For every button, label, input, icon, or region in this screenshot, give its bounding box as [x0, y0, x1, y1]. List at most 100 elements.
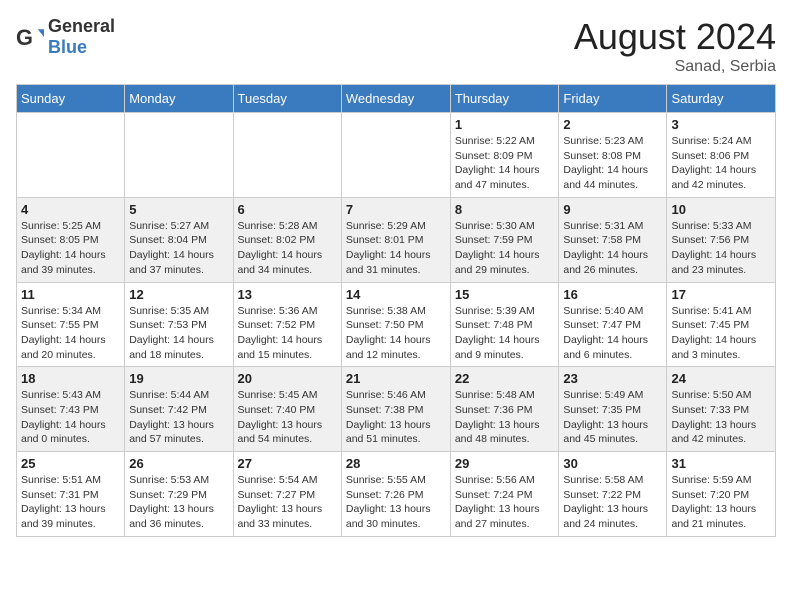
day-number: 3	[671, 117, 771, 132]
day-info: Sunrise: 5:54 AM Sunset: 7:27 PM Dayligh…	[238, 473, 337, 532]
weekday-header-thursday: Thursday	[450, 85, 559, 113]
day-info: Sunrise: 5:41 AM Sunset: 7:45 PM Dayligh…	[671, 304, 771, 363]
day-info: Sunrise: 5:50 AM Sunset: 7:33 PM Dayligh…	[671, 388, 771, 447]
title-block: August 2024 Sanad, Serbia	[574, 16, 776, 76]
day-info: Sunrise: 5:27 AM Sunset: 8:04 PM Dayligh…	[129, 219, 228, 278]
day-number: 23	[563, 371, 662, 386]
day-number: 29	[455, 456, 555, 471]
day-info: Sunrise: 5:39 AM Sunset: 7:48 PM Dayligh…	[455, 304, 555, 363]
day-number: 31	[671, 456, 771, 471]
page-header: G General Blue August 2024 Sanad, Serbia	[16, 16, 776, 76]
day-number: 28	[346, 456, 446, 471]
calendar-cell: 9 Sunrise: 5:31 AM Sunset: 7:58 PM Daylig…	[559, 197, 667, 282]
weekday-header-monday: Monday	[125, 85, 233, 113]
day-number: 15	[455, 287, 555, 302]
day-number: 20	[238, 371, 337, 386]
day-info: Sunrise: 5:53 AM Sunset: 7:29 PM Dayligh…	[129, 473, 228, 532]
day-info: Sunrise: 5:30 AM Sunset: 7:59 PM Dayligh…	[455, 219, 555, 278]
day-number: 24	[671, 371, 771, 386]
week-row-1: 1Sunrise: 5:22 AM Sunset: 8:09 PM Daylig…	[17, 113, 776, 198]
day-number: 4	[21, 202, 120, 217]
day-number: 21	[346, 371, 446, 386]
day-number: 18	[21, 371, 120, 386]
calendar-cell: 15 Sunrise: 5:39 AM Sunset: 7:48 PM Dayli…	[450, 282, 559, 367]
calendar-cell: 5Sunrise: 5:27 AM Sunset: 8:04 PM Daylig…	[125, 197, 233, 282]
day-number: 22	[455, 371, 555, 386]
calendar-cell: 14 Sunrise: 5:38 AM Sunset: 7:50 PM Dayli…	[341, 282, 450, 367]
week-row-2: 4 Sunrise: 5:25 AM Sunset: 8:05 PM Daylig…	[17, 197, 776, 282]
day-number: 25	[21, 456, 120, 471]
day-number: 26	[129, 456, 228, 471]
calendar-cell: 3 Sunrise: 5:24 AM Sunset: 8:06 PM Daylig…	[667, 113, 776, 198]
day-info: Sunrise: 5:59 AM Sunset: 7:20 PM Dayligh…	[671, 473, 771, 532]
calendar-cell: 31 Sunrise: 5:59 AM Sunset: 7:20 PM Dayli…	[667, 452, 776, 537]
day-info: Sunrise: 5:24 AM Sunset: 8:06 PM Dayligh…	[671, 134, 771, 193]
week-row-5: 25 Sunrise: 5:51 AM Sunset: 7:31 PM Dayli…	[17, 452, 776, 537]
calendar-cell: 23 Sunrise: 5:49 AM Sunset: 7:35 PM Dayli…	[559, 367, 667, 452]
day-info: Sunrise: 5:40 AM Sunset: 7:47 PM Dayligh…	[563, 304, 662, 363]
calendar-cell: 12 Sunrise: 5:35 AM Sunset: 7:53 PM Dayli…	[125, 282, 233, 367]
day-info: Sunrise: 5:23 AM Sunset: 8:08 PM Dayligh…	[563, 134, 662, 193]
day-number: 14	[346, 287, 446, 302]
day-info: Sunrise: 5:45 AM Sunset: 7:40 PM Dayligh…	[238, 388, 337, 447]
day-number: 6	[238, 202, 337, 217]
day-info: Sunrise: 5:55 AM Sunset: 7:26 PM Dayligh…	[346, 473, 446, 532]
calendar-cell: 13 Sunrise: 5:36 AM Sunset: 7:52 PM Dayli…	[233, 282, 341, 367]
day-number: 13	[238, 287, 337, 302]
day-info: Sunrise: 5:31 AM Sunset: 7:58 PM Dayligh…	[563, 219, 662, 278]
calendar-cell: 26 Sunrise: 5:53 AM Sunset: 7:29 PM Dayli…	[125, 452, 233, 537]
calendar-cell: 17 Sunrise: 5:41 AM Sunset: 7:45 PM Dayli…	[667, 282, 776, 367]
day-number: 2	[563, 117, 662, 132]
day-info: Sunrise: 5:51 AM Sunset: 7:31 PM Dayligh…	[21, 473, 120, 532]
day-number: 27	[238, 456, 337, 471]
weekday-header-row: SundayMondayTuesdayWednesdayThursdayFrid…	[17, 85, 776, 113]
day-number: 7	[346, 202, 446, 217]
day-info: Sunrise: 5:36 AM Sunset: 7:52 PM Dayligh…	[238, 304, 337, 363]
day-info: Sunrise: 5:56 AM Sunset: 7:24 PM Dayligh…	[455, 473, 555, 532]
day-info: Sunrise: 5:25 AM Sunset: 8:05 PM Dayligh…	[21, 219, 120, 278]
calendar-cell: 27 Sunrise: 5:54 AM Sunset: 7:27 PM Dayli…	[233, 452, 341, 537]
calendar-cell: 18 Sunrise: 5:43 AM Sunset: 7:43 PM Dayli…	[17, 367, 125, 452]
logo-general-text: General	[48, 16, 115, 36]
calendar-cell: 1Sunrise: 5:22 AM Sunset: 8:09 PM Daylig…	[450, 113, 559, 198]
day-info: Sunrise: 5:29 AM Sunset: 8:01 PM Dayligh…	[346, 219, 446, 278]
day-number: 17	[671, 287, 771, 302]
day-info: Sunrise: 5:46 AM Sunset: 7:38 PM Dayligh…	[346, 388, 446, 447]
day-number: 8	[455, 202, 555, 217]
day-info: Sunrise: 5:58 AM Sunset: 7:22 PM Dayligh…	[563, 473, 662, 532]
calendar-cell: 24 Sunrise: 5:50 AM Sunset: 7:33 PM Dayli…	[667, 367, 776, 452]
day-info: Sunrise: 5:44 AM Sunset: 7:42 PM Dayligh…	[129, 388, 228, 447]
day-info: Sunrise: 5:22 AM Sunset: 8:09 PM Dayligh…	[455, 134, 555, 193]
week-row-4: 18 Sunrise: 5:43 AM Sunset: 7:43 PM Dayli…	[17, 367, 776, 452]
day-info: Sunrise: 5:33 AM Sunset: 7:56 PM Dayligh…	[671, 219, 771, 278]
day-number: 10	[671, 202, 771, 217]
calendar-cell: 30Sunrise: 5:58 AM Sunset: 7:22 PM Dayli…	[559, 452, 667, 537]
day-number: 19	[129, 371, 228, 386]
day-info: Sunrise: 5:43 AM Sunset: 7:43 PM Dayligh…	[21, 388, 120, 447]
calendar-cell: 7 Sunrise: 5:29 AM Sunset: 8:01 PM Daylig…	[341, 197, 450, 282]
day-info: Sunrise: 5:49 AM Sunset: 7:35 PM Dayligh…	[563, 388, 662, 447]
day-number: 11	[21, 287, 120, 302]
day-number: 9	[563, 202, 662, 217]
calendar-cell: 10 Sunrise: 5:33 AM Sunset: 7:56 PM Dayli…	[667, 197, 776, 282]
logo: G General Blue	[16, 16, 115, 58]
calendar-cell: 6Sunrise: 5:28 AM Sunset: 8:02 PM Daylig…	[233, 197, 341, 282]
calendar-cell: 16 Sunrise: 5:40 AM Sunset: 7:47 PM Dayli…	[559, 282, 667, 367]
calendar-cell	[233, 113, 341, 198]
logo-blue-text: Blue	[48, 37, 87, 57]
calendar-cell: 21 Sunrise: 5:46 AM Sunset: 7:38 PM Dayli…	[341, 367, 450, 452]
calendar-cell	[17, 113, 125, 198]
calendar-cell: 8 Sunrise: 5:30 AM Sunset: 7:59 PM Daylig…	[450, 197, 559, 282]
calendar-cell: 29 Sunrise: 5:56 AM Sunset: 7:24 PM Dayli…	[450, 452, 559, 537]
day-number: 12	[129, 287, 228, 302]
calendar-cell: 22Sunrise: 5:48 AM Sunset: 7:36 PM Dayli…	[450, 367, 559, 452]
calendar-cell: 25 Sunrise: 5:51 AM Sunset: 7:31 PM Dayli…	[17, 452, 125, 537]
calendar-title: August 2024	[574, 16, 776, 58]
calendar-subtitle: Sanad, Serbia	[574, 58, 776, 76]
day-number: 16	[563, 287, 662, 302]
day-info: Sunrise: 5:38 AM Sunset: 7:50 PM Dayligh…	[346, 304, 446, 363]
calendar-cell: 11Sunrise: 5:34 AM Sunset: 7:55 PM Dayli…	[17, 282, 125, 367]
day-info: Sunrise: 5:35 AM Sunset: 7:53 PM Dayligh…	[129, 304, 228, 363]
weekday-header-friday: Friday	[559, 85, 667, 113]
calendar-cell: 28 Sunrise: 5:55 AM Sunset: 7:26 PM Dayli…	[341, 452, 450, 537]
